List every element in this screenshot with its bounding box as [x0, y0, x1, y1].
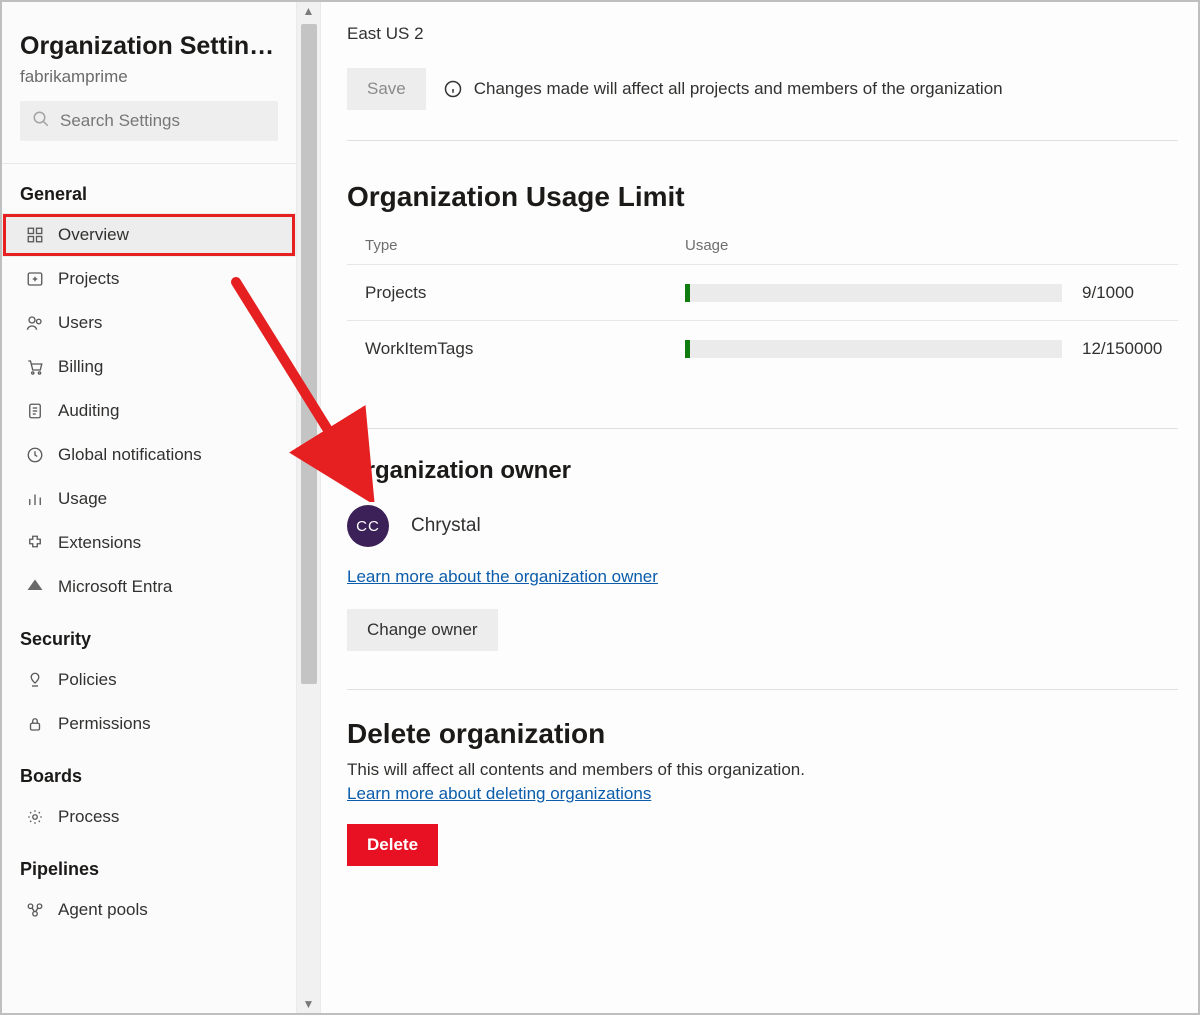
projects-icon — [26, 270, 44, 288]
usage-row: Projects 9/1000 — [347, 264, 1178, 320]
usage-value: 12/150000 — [1082, 339, 1178, 359]
usage-type: Projects — [365, 283, 685, 303]
learn-more-delete-link[interactable]: Learn more about deleting organizations — [347, 784, 651, 803]
sidebar-item-entra[interactable]: Microsoft Entra — [2, 565, 296, 609]
divider — [347, 140, 1178, 141]
notifications-icon — [26, 446, 44, 464]
divider — [347, 689, 1178, 690]
save-button[interactable]: Save — [347, 68, 426, 110]
sidebar-item-extensions[interactable]: Extensions — [2, 521, 296, 565]
sidebar-item-label: Overview — [58, 225, 129, 245]
search-icon — [32, 110, 50, 132]
process-icon — [26, 808, 44, 826]
usage-col-type: Type — [365, 237, 685, 254]
sidebar-item-usage[interactable]: Usage — [2, 477, 296, 521]
sidebar-item-label: Process — [58, 807, 119, 827]
usage-bar — [685, 284, 1062, 302]
sidebar-item-label: Policies — [58, 670, 117, 690]
sidebar-item-label: Global notifications — [58, 445, 202, 465]
sidebar-item-label: Billing — [58, 357, 103, 377]
divider — [2, 163, 296, 164]
owner-name: Chrystal — [411, 515, 481, 537]
learn-more-owner-link[interactable]: Learn more about the organization owner — [347, 567, 658, 586]
region-value: East US 2 — [347, 24, 1178, 44]
save-warning-text: Changes made will affect all projects an… — [474, 79, 1003, 99]
usage-heading: Organization Usage Limit — [347, 181, 1178, 213]
sidebar-item-billing[interactable]: Billing — [2, 345, 296, 389]
sidebar-item-process[interactable]: Process — [2, 795, 296, 839]
sidebar-item-label: Usage — [58, 489, 107, 509]
sidebar-item-label: Permissions — [58, 714, 151, 734]
sidebar-item-auditing[interactable]: Auditing — [2, 389, 296, 433]
search-input[interactable] — [60, 111, 266, 131]
sidebar-item-overview[interactable]: Overview — [2, 213, 296, 257]
nav-group-heading: Boards — [2, 760, 296, 795]
info-icon — [444, 80, 462, 98]
billing-icon — [26, 358, 44, 376]
delete-button[interactable]: Delete — [347, 824, 438, 866]
policies-icon — [26, 671, 44, 689]
usage-value: 9/1000 — [1082, 283, 1178, 303]
entra-icon — [26, 578, 44, 596]
change-owner-button[interactable]: Change owner — [347, 609, 498, 651]
sidebar-scrollbar[interactable]: ▲ ▼ — [297, 2, 321, 1013]
avatar: CC — [347, 505, 389, 547]
auditing-icon — [26, 402, 44, 420]
nav-group-heading: Security — [2, 623, 296, 658]
sidebar-item-policies[interactable]: Policies — [2, 658, 296, 702]
sidebar-item-projects[interactable]: Projects — [2, 257, 296, 301]
sidebar-item-permissions[interactable]: Permissions — [2, 702, 296, 746]
sidebar-title: Organization Settin… — [20, 32, 278, 61]
usage-type: WorkItemTags — [365, 339, 685, 359]
scroll-thumb[interactable] — [301, 24, 317, 684]
usage-col-usage: Usage — [685, 237, 728, 254]
permissions-icon — [26, 715, 44, 733]
usage-bar — [685, 340, 1062, 358]
nav-group-heading: General — [2, 178, 296, 213]
delete-heading: Delete organization — [347, 718, 1178, 750]
usage-icon — [26, 490, 44, 508]
main-content: East US 2 Save Changes made will affect … — [321, 2, 1198, 1013]
usage-table-header: Type Usage — [347, 237, 1178, 264]
usage-row: WorkItemTags 12/150000 — [347, 320, 1178, 376]
owner-heading: Organization owner — [347, 457, 1178, 485]
sidebar-item-label: Projects — [58, 269, 119, 289]
users-icon — [26, 314, 44, 332]
scroll-down-icon[interactable]: ▼ — [297, 995, 320, 1013]
nav-group-heading: Pipelines — [2, 853, 296, 888]
org-name: fabrikamprime — [20, 67, 278, 87]
extensions-icon — [26, 534, 44, 552]
sidebar-item-label: Microsoft Entra — [58, 577, 172, 597]
agentpools-icon — [26, 901, 44, 919]
sidebar-item-label: Auditing — [58, 401, 119, 421]
divider — [347, 428, 1178, 429]
sidebar-item-label: Users — [58, 313, 102, 333]
settings-sidebar: Organization Settin… fabrikamprime Gener… — [2, 2, 297, 1013]
scroll-up-icon[interactable]: ▲ — [297, 2, 320, 20]
sidebar-item-users[interactable]: Users — [2, 301, 296, 345]
sidebar-item-notifications[interactable]: Global notifications — [2, 433, 296, 477]
overview-icon — [26, 226, 44, 244]
search-settings-wrap[interactable] — [20, 101, 278, 141]
sidebar-item-label: Agent pools — [58, 900, 148, 920]
delete-description: This will affect all contents and member… — [347, 760, 1178, 780]
sidebar-item-label: Extensions — [58, 533, 141, 553]
sidebar-item-agentpools[interactable]: Agent pools — [2, 888, 296, 932]
